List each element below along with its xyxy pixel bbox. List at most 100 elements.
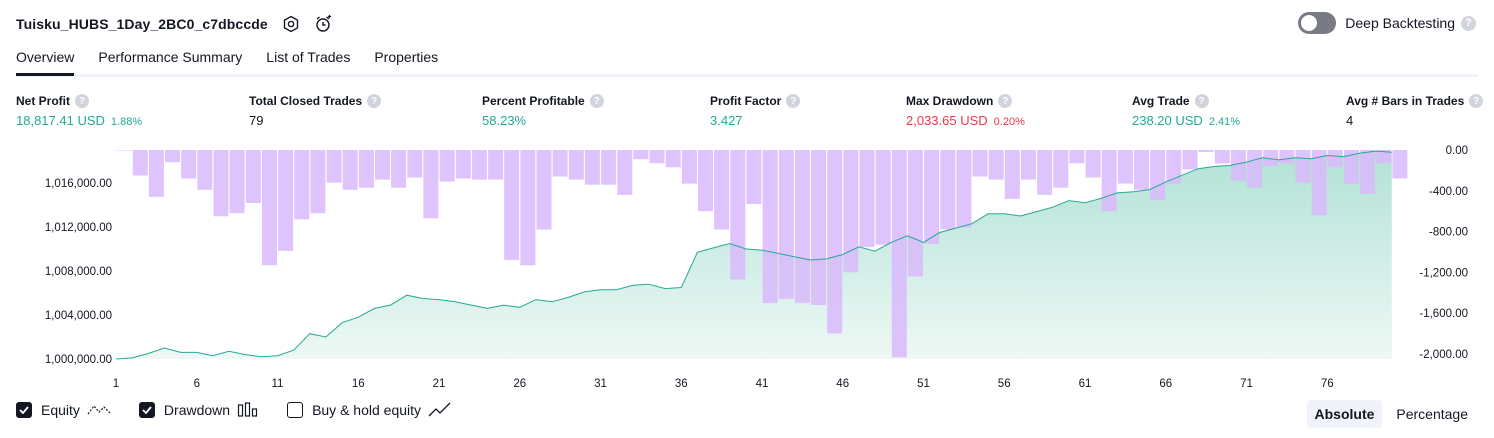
drawdown-bar bbox=[924, 150, 940, 244]
drawdown-bar bbox=[859, 150, 875, 247]
drawdown-bar bbox=[1037, 150, 1053, 195]
metric-net-profit: Net Profit? 18,817.41 USD 1.88% bbox=[16, 94, 142, 128]
drawdown-bar bbox=[891, 150, 907, 358]
drawdown-bar bbox=[811, 150, 826, 305]
y-axis-left-tick: 1,008,000.00 bbox=[45, 266, 112, 278]
tab-properties[interactable]: Properties bbox=[374, 44, 438, 73]
y-axis-right-tick: -800.00 bbox=[1429, 227, 1468, 239]
drawdown-bar bbox=[148, 150, 164, 197]
drawdown-checkbox[interactable] bbox=[138, 402, 155, 418]
drawdown-bar bbox=[714, 150, 730, 230]
deep-backtesting-control: Deep Backtesting ? bbox=[1298, 12, 1476, 34]
x-axis-tick: 11 bbox=[272, 378, 284, 390]
x-axis-tick: 76 bbox=[1321, 378, 1334, 390]
legend-equity[interactable]: Equity bbox=[16, 402, 111, 418]
help-icon[interactable]: ? bbox=[998, 94, 1013, 108]
drawdown-bar bbox=[633, 150, 649, 160]
drawdown-bar bbox=[762, 150, 778, 303]
drawdown-bar bbox=[132, 150, 148, 176]
drawdown-bar bbox=[1392, 150, 1408, 179]
drawdown-bar bbox=[181, 150, 197, 179]
metric-label: Total Closed Trades bbox=[249, 94, 363, 108]
drawdown-bar bbox=[197, 150, 213, 190]
metric-total-closed-trades: Total Closed Trades? 79 bbox=[249, 94, 382, 128]
x-axis-tick: 16 bbox=[352, 378, 365, 390]
drawdown-bar bbox=[1101, 150, 1117, 212]
drawdown-bar bbox=[843, 150, 859, 273]
x-axis-tick: 21 bbox=[433, 378, 446, 390]
help-icon[interactable]: ? bbox=[75, 94, 89, 108]
y-axis-right-tick: -1,200.00 bbox=[1419, 267, 1468, 279]
deep-backtesting-help-icon[interactable]: ? bbox=[1461, 15, 1476, 31]
metric-value: 4 bbox=[1346, 113, 1354, 128]
equity-line-icon bbox=[87, 402, 111, 418]
buy-hold-checkbox[interactable] bbox=[287, 402, 304, 418]
drawdown-bar bbox=[1279, 150, 1295, 164]
x-axis-tick: 61 bbox=[1079, 378, 1092, 390]
drawdown-bar bbox=[649, 150, 665, 164]
drawdown-bar bbox=[907, 150, 923, 277]
drawdown-bar bbox=[407, 150, 423, 178]
x-axis-tick: 31 bbox=[594, 378, 607, 390]
metric-value: 2,033.65 USD bbox=[906, 113, 988, 128]
metric-label: Profit Factor bbox=[710, 94, 782, 108]
metric-label: Net Profit bbox=[16, 94, 70, 108]
metric-profit-factor: Profit Factor? 3.427 bbox=[710, 94, 801, 128]
tab-performance-summary[interactable]: Performance Summary bbox=[98, 44, 242, 73]
help-icon[interactable]: ? bbox=[1194, 94, 1209, 108]
metric-value: 238.20 USD bbox=[1132, 113, 1203, 128]
y-axis-left-tick: 1,016,000.00 bbox=[45, 178, 112, 190]
drawdown-bars-icon bbox=[237, 402, 259, 418]
settings-gear-icon[interactable] bbox=[282, 15, 300, 33]
metric-label: Percent Profitable bbox=[482, 94, 585, 108]
tab-list-of-trades[interactable]: List of Trades bbox=[266, 44, 350, 73]
drawdown-bar bbox=[617, 150, 633, 195]
x-axis-tick: 26 bbox=[513, 378, 526, 390]
metric-percent: 1.88% bbox=[110, 116, 143, 128]
percentage-button[interactable]: Percentage bbox=[1388, 400, 1476, 428]
help-icon[interactable]: ? bbox=[1469, 94, 1484, 108]
drawdown-bar bbox=[681, 150, 697, 184]
metric-label: Max Drawdown bbox=[906, 94, 994, 108]
metric-value: 3.427 bbox=[710, 113, 743, 128]
drawdown-bar bbox=[294, 150, 310, 220]
drawdown-bar bbox=[730, 150, 746, 280]
x-axis-tick: 41 bbox=[756, 378, 769, 390]
drawdown-bar bbox=[1214, 150, 1230, 164]
deep-backtesting-toggle[interactable] bbox=[1298, 12, 1337, 34]
drawdown-bar bbox=[794, 150, 810, 303]
scale-toggle: Absolute Percentage bbox=[1301, 400, 1477, 428]
drawdown-bar bbox=[1134, 150, 1149, 190]
drawdown-bar bbox=[1069, 150, 1085, 164]
drawdown-bar bbox=[213, 150, 229, 217]
x-axis-tick: 56 bbox=[998, 378, 1011, 390]
metric-value: 79 bbox=[249, 113, 264, 128]
equity-checkbox[interactable] bbox=[16, 402, 32, 418]
drawdown-bar bbox=[342, 150, 358, 190]
legend-drawdown[interactable]: Drawdown bbox=[138, 402, 259, 418]
drawdown-bar bbox=[439, 150, 455, 182]
drawdown-bar bbox=[375, 150, 390, 180]
drawdown-bar bbox=[972, 150, 988, 177]
help-icon[interactable]: ? bbox=[786, 94, 801, 108]
absolute-button[interactable]: Absolute bbox=[1306, 400, 1383, 428]
x-axis-tick: 51 bbox=[917, 378, 930, 390]
drawdown-bar bbox=[1327, 150, 1343, 168]
drawdown-bar bbox=[1053, 150, 1069, 188]
metric-max-drawdown: Max Drawdown? 2,033.65 USD 0.20% bbox=[906, 94, 1025, 128]
y-axis-left-tick: 1,012,000.00 bbox=[45, 222, 112, 234]
help-icon[interactable]: ? bbox=[367, 94, 382, 108]
drawdown-bar bbox=[1360, 150, 1376, 194]
report-tabs: Overview Performance Summary List of Tra… bbox=[16, 44, 1478, 77]
drawdown-bar bbox=[391, 150, 407, 188]
metric-label: Avg # Bars in Trades bbox=[1346, 94, 1465, 108]
drawdown-bar bbox=[746, 150, 762, 204]
add-alert-clock-icon[interactable] bbox=[314, 15, 332, 33]
legend-buy-hold[interactable]: Buy & hold equity bbox=[287, 402, 452, 418]
y-axis-right-tick: -2,000.00 bbox=[1419, 349, 1468, 361]
help-icon[interactable]: ? bbox=[589, 94, 604, 108]
metric-value: 58.23% bbox=[482, 113, 527, 128]
tab-overview[interactable]: Overview bbox=[16, 44, 75, 76]
drawdown-bar bbox=[116, 150, 132, 151]
equity-drawdown-chart[interactable]: 1,000,000.00 1,004,000.00 1,008,000.00 1,01… bbox=[0, 140, 1494, 390]
